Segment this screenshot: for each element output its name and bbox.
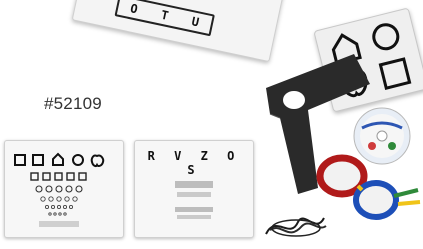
trial-glasses <box>314 150 422 224</box>
square-icon <box>378 57 412 90</box>
product-code: #52109 <box>44 94 102 113</box>
strip-letter: U <box>190 14 201 30</box>
strip-letter: T <box>159 7 170 23</box>
symbol-chart <box>4 140 124 238</box>
strip-letter: O <box>129 1 140 17</box>
house-icon <box>52 152 64 166</box>
circle-icon <box>72 154 84 166</box>
cable-bundle <box>262 204 330 244</box>
square-icon <box>14 154 26 166</box>
letter-strip-row: O T U <box>114 0 215 37</box>
letter-chart: R V Z O S <box>134 140 254 238</box>
square-icon <box>32 154 44 166</box>
circle-icon <box>372 23 400 51</box>
apple-icon <box>90 154 105 167</box>
letter-strip-card: O T U <box>71 0 287 63</box>
